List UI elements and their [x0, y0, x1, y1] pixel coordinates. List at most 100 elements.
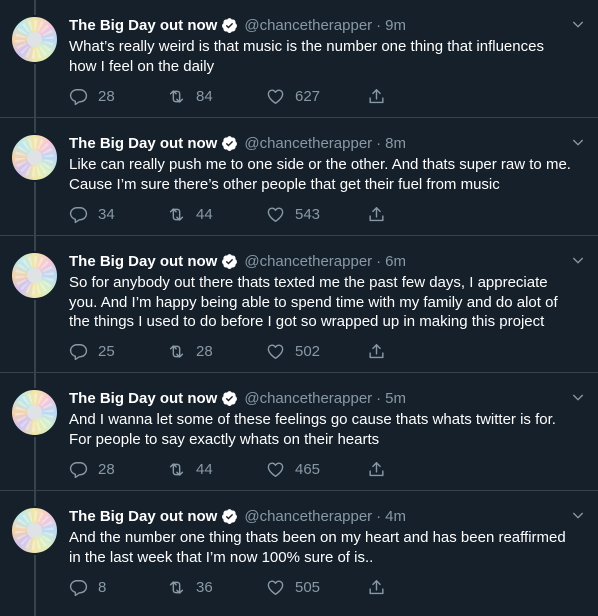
chevron-down-icon[interactable]: [570, 252, 586, 268]
tweet[interactable]: The Big Day out now @chancetherapper · 6…: [0, 236, 598, 373]
tweet-body: The Big Day out now @chancetherapper · 8…: [69, 132, 586, 226]
tweet-text: And the number one thing thats been on m…: [69, 528, 586, 567]
tweet-timestamp[interactable]: 9m: [385, 17, 406, 34]
verified-icon: [222, 135, 238, 151]
like-count: 543: [295, 205, 321, 223]
tweet-text: Like can really push me to one side or t…: [69, 155, 586, 194]
chevron-down-icon[interactable]: [570, 134, 586, 150]
reply-count: 25: [98, 343, 115, 360]
share-icon: [369, 88, 384, 103]
reply-button[interactable]: 28: [69, 87, 167, 106]
like-icon: [267, 206, 284, 222]
tweet[interactable]: The Big Day out now @chancetherapper · 9…: [0, 0, 598, 118]
reply-button[interactable]: 28: [69, 460, 167, 479]
tweet-text-line: What’s really weird is that music is the…: [69, 38, 544, 55]
like-icon: [267, 579, 284, 595]
display-name[interactable]: The Big Day out now: [69, 508, 217, 525]
chevron-down-icon[interactable]: [570, 507, 586, 523]
tweet-text-line: And the number one thing thats been on m…: [69, 529, 566, 546]
like-icon: [267, 344, 284, 359]
retweet-button[interactable]: 36: [167, 578, 266, 597]
tweet-header: The Big Day out now @chancetherapper · 8…: [69, 132, 586, 154]
avatar[interactable]: [10, 15, 59, 64]
like-button[interactable]: 465: [266, 460, 367, 479]
tweet-text: So for anybody out there thats texted me…: [69, 273, 586, 332]
verified-icon: [222, 17, 238, 33]
share-button[interactable]: [367, 460, 386, 479]
like-count: 627: [295, 87, 321, 105]
display-name[interactable]: The Big Day out now: [69, 390, 217, 407]
retweet-button[interactable]: 84: [167, 87, 266, 106]
separator-dot: ·: [376, 507, 382, 525]
like-count: 465: [295, 460, 321, 478]
avatar[interactable]: [10, 506, 59, 555]
user-handle[interactable]: @chancetherapper: [244, 390, 372, 407]
reply-icon: [69, 579, 88, 596]
retweet-button[interactable]: 28: [167, 342, 266, 361]
tweet-text-line: in the last week that I’m now 100% sure …: [69, 548, 374, 566]
like-button[interactable]: 502: [266, 342, 367, 361]
share-button[interactable]: [367, 578, 386, 597]
retweet-count: 44: [196, 460, 213, 478]
reply-count: 8: [98, 578, 107, 596]
display-name[interactable]: The Big Day out now: [69, 135, 217, 152]
user-handle[interactable]: @chancetherapper: [244, 135, 372, 152]
like-button[interactable]: 505: [266, 578, 367, 597]
retweet-icon: [169, 207, 184, 221]
like-button[interactable]: 543: [266, 205, 367, 224]
like-icon: [267, 461, 284, 477]
tweet-header: The Big Day out now @chancetherapper · 9…: [69, 14, 586, 36]
user-handle[interactable]: @chancetherapper: [244, 17, 372, 34]
separator-dot: ·: [376, 16, 382, 34]
reply-button[interactable]: 34: [69, 205, 167, 224]
retweet-icon: [169, 580, 184, 594]
user-handle[interactable]: @chancetherapper: [244, 508, 372, 525]
avatar[interactable]: [10, 388, 59, 437]
separator-dot: ·: [376, 389, 382, 407]
share-button[interactable]: [367, 342, 386, 361]
tweet-text: And I wanna let some of these feelings g…: [69, 410, 586, 449]
reply-icon: [69, 461, 88, 478]
avatar[interactable]: [10, 251, 59, 300]
tweet-actions: 25 28 502: [69, 340, 586, 364]
verified-icon: [222, 253, 238, 269]
tweet-timestamp[interactable]: 6m: [385, 253, 406, 270]
tweet-timestamp[interactable]: 5m: [385, 390, 406, 407]
reply-button[interactable]: 8: [69, 578, 167, 597]
tweet[interactable]: The Big Day out now @chancetherapper · 8…: [0, 118, 598, 236]
display-name[interactable]: The Big Day out now: [69, 17, 217, 34]
retweet-count: 36: [196, 578, 213, 596]
tweet-text-line: how I feel on the daily: [69, 57, 215, 75]
retweet-button[interactable]: 44: [167, 205, 266, 224]
share-icon: [369, 206, 384, 221]
tweet[interactable]: The Big Day out now @chancetherapper · 4…: [0, 491, 598, 609]
separator-dot: ·: [376, 252, 382, 270]
verified-icon: [222, 390, 238, 406]
share-button[interactable]: [367, 205, 386, 224]
tweet-timestamp[interactable]: 4m: [385, 508, 406, 525]
tweet-timestamp[interactable]: 8m: [385, 135, 406, 152]
chevron-down-icon[interactable]: [570, 389, 586, 405]
tweet-text-line: you. And I’m happy being able to spend t…: [69, 293, 558, 311]
tweet-text-line: Cause I’m sure there’s other people that…: [69, 175, 500, 193]
tweet-body: The Big Day out now @chancetherapper · 6…: [69, 250, 586, 364]
display-name[interactable]: The Big Day out now: [69, 253, 217, 270]
reply-button[interactable]: 25: [69, 342, 167, 361]
tweet-text-line: So for anybody out there thats texted me…: [69, 274, 548, 291]
reply-count: 28: [98, 460, 115, 478]
tweet-body: The Big Day out now @chancetherapper · 4…: [69, 505, 586, 599]
avatar[interactable]: [10, 133, 59, 182]
retweet-count: 84: [196, 87, 213, 105]
tweet-text-line: Like can really push me to one side or t…: [69, 156, 571, 173]
chevron-down-icon[interactable]: [570, 16, 586, 32]
share-button[interactable]: [367, 87, 386, 106]
reply-icon: [69, 88, 88, 105]
retweet-count: 28: [196, 343, 213, 360]
like-button[interactable]: 627: [266, 87, 367, 106]
tweet[interactable]: The Big Day out now @chancetherapper · 5…: [0, 373, 598, 491]
retweet-icon: [169, 89, 184, 103]
user-handle[interactable]: @chancetherapper: [244, 253, 372, 270]
tweet-actions: 8 36 505: [69, 575, 586, 599]
tweet-text-line: the things I used to do before I got so …: [69, 313, 545, 330]
retweet-button[interactable]: 44: [167, 460, 266, 479]
